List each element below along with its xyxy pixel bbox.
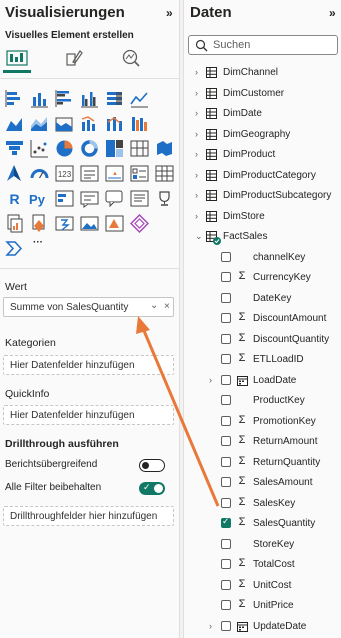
annotation-arrow <box>136 316 220 507</box>
